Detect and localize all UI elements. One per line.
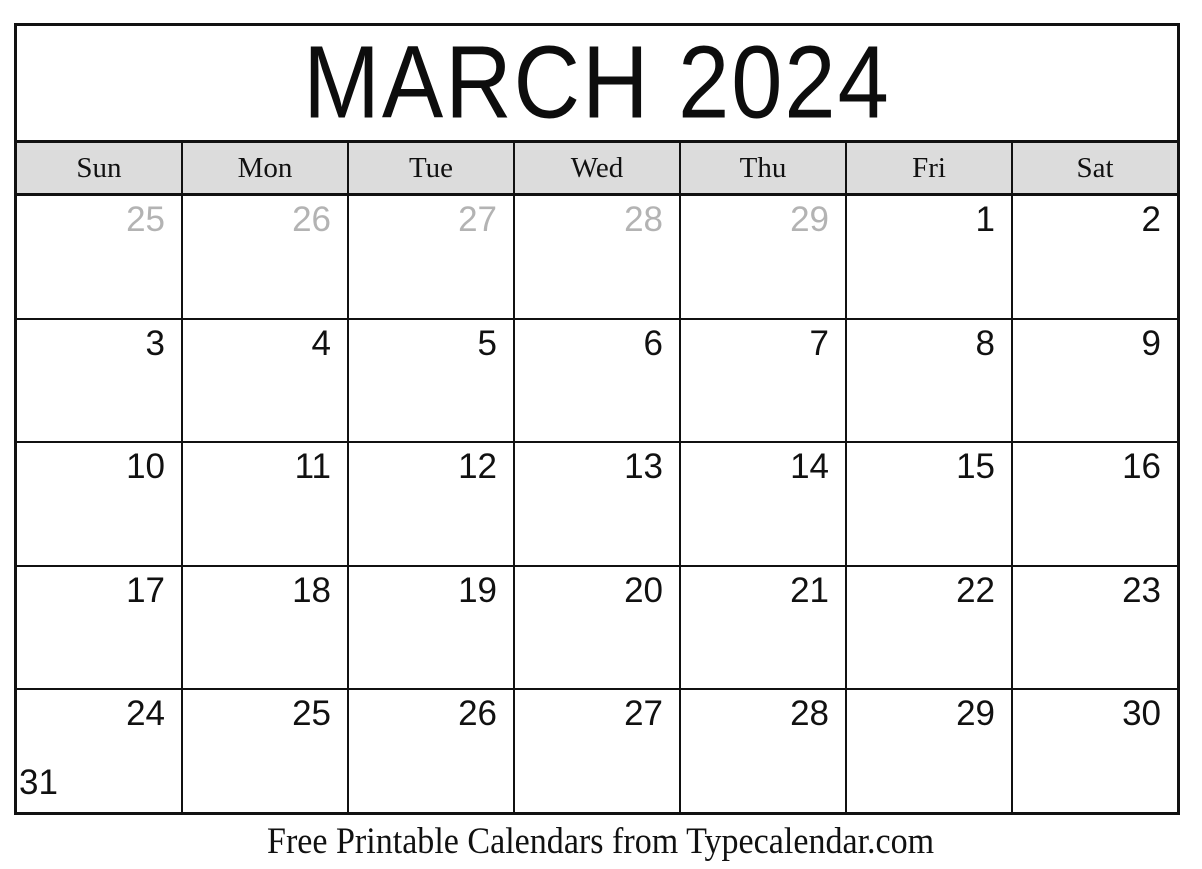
day-number: 12 — [458, 447, 497, 487]
day-cell[interactable]: 13 — [515, 443, 681, 565]
day-number: 11 — [294, 447, 331, 487]
day-cell[interactable]: 1 — [847, 196, 1013, 318]
day-number: 24 — [126, 694, 165, 734]
day-number: 27 — [458, 200, 497, 239]
calendar-title: MARCH 2024 — [303, 26, 891, 141]
day-cell[interactable]: 9 — [1013, 319, 1177, 442]
weekday-header-row: Sun Mon Tue Wed Thu Fri Sat — [17, 143, 1177, 196]
day-number: 20 — [624, 570, 663, 610]
day-cell[interactable]: 16 — [1013, 443, 1177, 565]
day-cell[interactable]: 26 — [183, 196, 349, 318]
day-cell[interactable]: 24 31 — [17, 690, 183, 812]
weekday-label: Fri — [912, 151, 946, 184]
day-cell[interactable]: 5 — [349, 319, 515, 442]
day-number: 13 — [624, 447, 663, 487]
footer-attribution-text: Free Printable Calendars from Typecalend… — [267, 821, 935, 862]
day-cell[interactable]: 11 — [183, 443, 349, 565]
day-number: 10 — [126, 447, 165, 487]
day-cell[interactable]: 6 — [515, 319, 681, 442]
day-number: 30 — [1122, 694, 1161, 734]
weekday-header-thu: Thu — [681, 143, 847, 193]
calendar-week-row: 17 18 19 20 21 22 23 — [17, 566, 1177, 691]
day-number: 9 — [1141, 323, 1161, 363]
day-cell[interactable]: 14 — [681, 443, 847, 565]
day-cell[interactable]: 22 — [847, 566, 1013, 689]
day-cell[interactable]: 17 — [17, 566, 183, 689]
day-number: 8 — [975, 323, 995, 363]
day-cell[interactable]: 27 — [515, 690, 681, 812]
day-number: 27 — [624, 694, 663, 734]
day-number: 25 — [126, 200, 165, 239]
day-number: 16 — [1122, 447, 1161, 487]
calendar-week-row: 10 11 12 13 14 15 16 — [17, 443, 1177, 567]
day-cell[interactable]: 15 — [847, 443, 1013, 565]
day-number: 1 — [975, 200, 995, 239]
day-number: 28 — [790, 694, 829, 734]
day-number: 5 — [477, 323, 497, 363]
day-number: 15 — [956, 447, 995, 487]
day-cell[interactable]: 28 — [515, 196, 681, 318]
weekday-label: Tue — [408, 151, 454, 184]
day-number: 21 — [790, 570, 829, 610]
weekday-header-sat: Sat — [1013, 143, 1177, 193]
day-number: 25 — [292, 694, 331, 734]
day-cell[interactable]: 23 — [1013, 566, 1177, 689]
day-cell[interactable]: 8 — [847, 319, 1013, 442]
day-cell[interactable]: 2 — [1013, 196, 1177, 318]
day-cell[interactable]: 29 — [681, 196, 847, 318]
day-number: 2 — [1141, 200, 1161, 239]
day-cell[interactable]: 12 — [349, 443, 515, 565]
calendar-week-row: 25 26 27 28 29 1 2 — [17, 196, 1177, 320]
day-number: 3 — [145, 323, 165, 363]
day-number: 6 — [643, 323, 663, 363]
day-cell[interactable]: 3 — [17, 319, 183, 442]
day-cell[interactable]: 25 — [17, 196, 183, 318]
weekday-label: Wed — [570, 151, 624, 184]
weekday-label: Mon — [237, 151, 293, 184]
day-number: 19 — [458, 570, 497, 610]
calendar-weeks-grid: 25 26 27 28 29 1 2 3 4 5 6 7 8 9 10 11 1… — [17, 196, 1177, 812]
weekday-header-tue: Tue — [349, 143, 515, 193]
weekday-label: Sat — [1076, 151, 1114, 184]
weekday-header-fri: Fri — [847, 143, 1013, 193]
day-number: 22 — [956, 570, 995, 610]
weekday-header-wed: Wed — [515, 143, 681, 193]
day-number: 4 — [311, 323, 331, 363]
weekday-label: Thu — [739, 151, 787, 184]
weekday-label: Sun — [76, 151, 122, 184]
day-number: 29 — [790, 200, 829, 239]
day-number: 17 — [126, 570, 165, 610]
day-cell[interactable]: 26 — [349, 690, 515, 812]
day-number: 29 — [956, 694, 995, 734]
calendar-page: MARCH 2024 Sun Mon Tue Wed Thu Fri Sat 2… — [0, 0, 1202, 869]
day-number: 26 — [458, 694, 497, 734]
calendar-frame: MARCH 2024 Sun Mon Tue Wed Thu Fri Sat 2… — [14, 23, 1180, 815]
day-number: 18 — [292, 570, 331, 610]
day-cell[interactable]: 30 — [1013, 690, 1177, 812]
day-cell[interactable]: 28 — [681, 690, 847, 812]
day-cell[interactable]: 29 — [847, 690, 1013, 812]
calendar-title-band: MARCH 2024 — [17, 26, 1177, 143]
day-number: 7 — [809, 323, 829, 363]
day-cell[interactable]: 10 — [17, 443, 183, 565]
day-cell[interactable]: 7 — [681, 319, 847, 442]
day-cell[interactable]: 18 — [183, 566, 349, 689]
footer: Free Printable Calendars from Typecalend… — [0, 820, 1202, 864]
day-number: 14 — [790, 447, 829, 487]
weekday-header-sun: Sun — [17, 143, 183, 193]
day-cell[interactable]: 20 — [515, 566, 681, 689]
calendar-week-row: 24 31 25 26 27 28 29 30 — [17, 690, 1177, 812]
day-number: 23 — [1122, 570, 1161, 610]
day-cell[interactable]: 4 — [183, 319, 349, 442]
day-cell[interactable]: 21 — [681, 566, 847, 689]
day-cell[interactable]: 25 — [183, 690, 349, 812]
day-number: 26 — [292, 200, 331, 239]
day-cell[interactable]: 19 — [349, 566, 515, 689]
day-cell[interactable]: 27 — [349, 196, 515, 318]
day-number-overflow: 31 — [19, 763, 58, 803]
day-number: 28 — [624, 200, 663, 239]
weekday-header-mon: Mon — [183, 143, 349, 193]
calendar-week-row: 3 4 5 6 7 8 9 — [17, 319, 1177, 444]
